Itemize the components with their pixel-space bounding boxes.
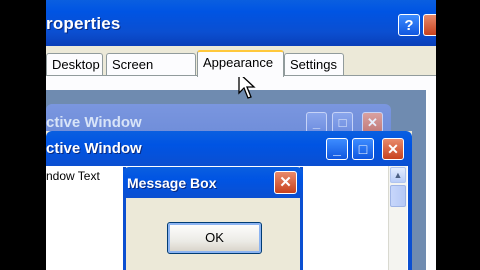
message-box-title: Message Box <box>127 175 217 191</box>
dialog-title-bar[interactable]: roperties ? <box>46 0 436 46</box>
active-window-title: ctive Window <box>46 140 142 157</box>
preview-scrollbar: ▲ <box>388 166 407 270</box>
scroll-up-arrow-icon: ▲ <box>390 167 406 183</box>
tab-settings[interactable]: Settings <box>284 53 344 75</box>
inactive-minimize-icon: _ <box>306 112 327 133</box>
tab-desktop[interactable]: Desktop <box>46 53 103 75</box>
message-box-preview: Message Box ✕ OK <box>123 167 303 270</box>
inactive-window-title: ctive Window <box>46 114 142 131</box>
inactive-maximize-icon: □ <box>332 112 353 133</box>
active-maximize-icon: □ <box>352 138 374 160</box>
message-box-title-bar: Message Box ✕ <box>123 167 303 198</box>
scroll-thumb <box>390 185 406 207</box>
tab-screen-saver[interactable]: Screen Saver <box>106 53 196 94</box>
right-black-border <box>436 0 480 270</box>
help-button[interactable]: ? <box>398 14 420 36</box>
message-box-close-icon: ✕ <box>274 171 297 194</box>
active-close-icon: ✕ <box>382 138 404 160</box>
window-text-sample: ndow Text <box>46 169 100 183</box>
active-window-title-bar: ctive Window _ □ ✕ <box>46 131 412 166</box>
tab-appearance[interactable]: Appearance <box>197 50 284 77</box>
dialog-title: roperties <box>46 14 121 33</box>
dialog-close-button[interactable] <box>423 14 436 36</box>
message-box-ok-button: OK <box>167 222 262 254</box>
tab-strip: Desktop Screen Saver Appearance Settings <box>46 50 436 94</box>
left-black-border <box>0 0 46 270</box>
inactive-close-icon: ✕ <box>362 112 383 133</box>
active-minimize-icon: _ <box>326 138 348 160</box>
